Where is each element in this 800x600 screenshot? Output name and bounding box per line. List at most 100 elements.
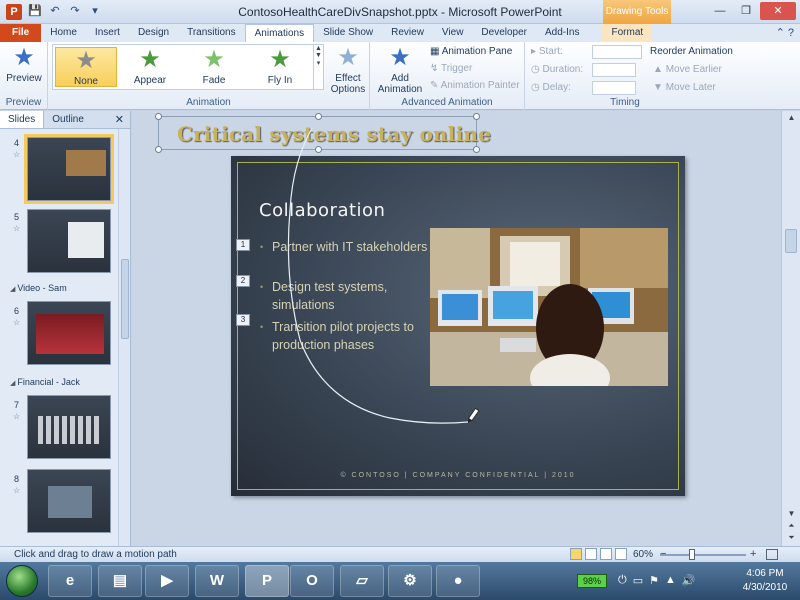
slide-number: 5	[14, 212, 20, 222]
slides-pane: Slides Outline ✕ 4 ☆ 5 ☆ Video - Sam 6 ☆…	[0, 111, 131, 546]
scroll-up-icon[interactable]: ▲	[782, 113, 800, 122]
slides-pane-scrollbar[interactable]	[118, 129, 130, 546]
internet-explorer-icon[interactable]: e	[48, 565, 92, 597]
drawing-tools-label: Drawing Tools	[603, 0, 671, 24]
powerpoint-icon[interactable]: P	[245, 565, 289, 597]
bullet-item[interactable]: • Design test systems, simulations	[260, 278, 432, 314]
tab-slides[interactable]: Slides	[0, 111, 45, 128]
advanced-animation-group-label: Advanced Animation	[401, 97, 493, 108]
tab-format[interactable]: Format	[602, 24, 653, 42]
zoom-level[interactable]: 60%	[633, 549, 653, 560]
tab-transitions[interactable]: Transitions	[178, 24, 245, 42]
status-message: Click and drag to draw a motion path	[14, 549, 177, 560]
wifi-icon[interactable]: ▲	[665, 574, 676, 587]
move-later-button[interactable]: ▼ Move Later	[653, 82, 716, 93]
animation-tag[interactable]: 3	[236, 314, 250, 326]
slide-thumbnail-7[interactable]	[27, 395, 111, 459]
title-placeholder[interactable]: Critical systems stay online	[155, 113, 491, 153]
animation-tag[interactable]: 1	[236, 239, 250, 251]
folder-icon[interactable]: ▤	[98, 565, 142, 597]
animation-painter-button[interactable]: ✎ Animation Painter	[430, 80, 520, 91]
zoom-slider[interactable]	[660, 554, 746, 556]
zoom-slider-knob[interactable]	[689, 549, 695, 560]
start-dropdown[interactable]	[592, 45, 642, 59]
tab-review[interactable]: Review	[382, 24, 433, 42]
help-icon[interactable]: ⌃ ?	[776, 26, 794, 39]
word-icon[interactable]: W	[195, 565, 239, 597]
tab-developer[interactable]: Developer	[472, 24, 536, 42]
next-slide-icon[interactable]: ⏷	[782, 533, 800, 543]
previous-slide-icon[interactable]: ⏶	[782, 521, 800, 531]
camera-icon[interactable]: ●	[436, 565, 480, 597]
trigger-button[interactable]: ↯ Trigger	[430, 63, 472, 74]
slide-canvas[interactable]: Collaboration • Partner with IT stakehol…	[231, 156, 685, 496]
bullet-item[interactable]: • Transition pilot projects to productio…	[260, 318, 432, 354]
maximize-button[interactable]: ❐	[734, 2, 758, 20]
scroll-thumb[interactable]	[785, 229, 797, 253]
animation-pane-button[interactable]: ▦ Animation Pane	[430, 46, 512, 57]
scroll-down-icon[interactable]: ▼	[782, 509, 800, 518]
resize-handle[interactable]	[315, 146, 322, 153]
volume-icon[interactable]: 🔊	[682, 574, 696, 587]
section-header[interactable]: Financial - Jack	[10, 377, 80, 387]
animation-fade[interactable]: ★ Fade	[183, 47, 245, 87]
tab-animations[interactable]: Animations	[244, 24, 315, 42]
resize-handle[interactable]	[473, 146, 480, 153]
tab-insert[interactable]: Insert	[86, 24, 129, 42]
animation-fly-in[interactable]: ★ Fly In	[249, 47, 311, 87]
slide-thumbnail-8[interactable]	[27, 469, 111, 533]
reading-view-icon[interactable]	[600, 548, 612, 560]
battery-indicator[interactable]: 98%	[577, 574, 607, 588]
slide-thumbnail-4[interactable]	[24, 134, 114, 204]
power-icon[interactable]: ⏻	[618, 574, 627, 587]
effect-options-button[interactable]: ★ Effect Options	[326, 45, 370, 96]
slide-title-text[interactable]: Critical systems stay online	[177, 122, 491, 146]
move-earlier-button[interactable]: ▲ Move Earlier	[653, 64, 722, 75]
flag-icon[interactable]: ⚑	[649, 574, 659, 587]
close-button[interactable]: ✕	[760, 2, 796, 20]
resize-handle[interactable]	[155, 146, 162, 153]
tab-add-ins[interactable]: Add-Ins	[536, 24, 588, 42]
animation-none[interactable]: ★ None	[55, 47, 117, 87]
tab-file[interactable]: File	[0, 24, 42, 42]
section-header[interactable]: Video - Sam	[10, 283, 66, 293]
clock[interactable]: 4:06 PM 4/30/2010	[735, 567, 795, 595]
duration-spinner[interactable]	[592, 63, 636, 77]
main-vertical-scrollbar[interactable]: ▲ ▼ ⏶ ⏷	[781, 111, 800, 546]
outlook-icon[interactable]: O	[290, 565, 334, 597]
zoom-in-icon[interactable]: +	[750, 548, 756, 560]
resize-handle[interactable]	[155, 113, 162, 120]
control-panel-icon[interactable]: ⚙	[388, 565, 432, 597]
gallery-scroll[interactable]: ▲ ▼ ▾	[313, 45, 323, 89]
slide-photo[interactable]	[430, 228, 668, 386]
tab-design[interactable]: Design	[129, 24, 178, 42]
fit-to-window-icon[interactable]	[766, 549, 778, 560]
tab-view[interactable]: View	[433, 24, 473, 42]
slide-show-icon[interactable]	[615, 548, 627, 560]
animation-appear[interactable]: ★ Appear	[119, 47, 181, 87]
slide-sorter-icon[interactable]	[585, 548, 597, 560]
add-animation-button[interactable]: ★ Add Animation	[374, 45, 426, 96]
normal-view-icon[interactable]	[570, 548, 582, 560]
duration-field-label: ◷ Duration:	[531, 64, 583, 75]
advanced-animation-group: ★ Add Animation ▦ Animation Pane ↯ Trigg…	[370, 42, 525, 110]
slide-thumbnail-5[interactable]	[27, 209, 111, 273]
slide-heading[interactable]: Collaboration	[259, 200, 385, 221]
start-button[interactable]	[6, 565, 38, 597]
pane-close-icon[interactable]: ✕	[109, 111, 130, 128]
tab-slide-show[interactable]: Slide Show	[314, 24, 382, 42]
resize-handle[interactable]	[315, 113, 322, 120]
minimize-button[interactable]: —	[708, 2, 732, 20]
tab-outline[interactable]: Outline	[44, 111, 92, 128]
delay-spinner[interactable]	[592, 81, 636, 95]
resize-handle[interactable]	[473, 113, 480, 120]
preview-button[interactable]: ★ Preview	[6, 45, 42, 85]
slide-thumbnail-6[interactable]	[27, 301, 111, 365]
notes-icon[interactable]: ▱	[340, 565, 384, 597]
media-player-icon[interactable]: ▶	[145, 565, 189, 597]
tab-home[interactable]: Home	[41, 24, 86, 42]
network-icon[interactable]: ▭	[633, 574, 643, 587]
bullet-item[interactable]: • Partner with IT stakeholders	[260, 238, 432, 256]
animation-tag[interactable]: 2	[236, 275, 250, 287]
scroll-thumb[interactable]	[121, 259, 129, 339]
